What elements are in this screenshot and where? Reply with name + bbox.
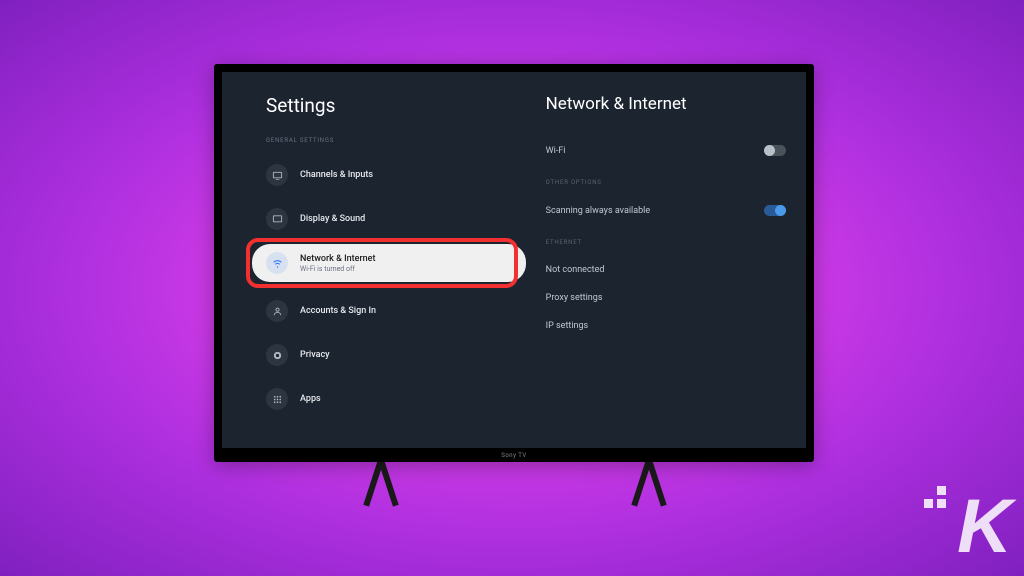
display-icon xyxy=(266,208,288,230)
privacy-icon xyxy=(266,344,288,366)
section-other-options: OTHER OPTIONS xyxy=(546,179,786,186)
scanning-toggle[interactable] xyxy=(764,205,786,216)
network-panel: Network & Internet Wi-Fi OTHER OPTIONS S… xyxy=(526,72,806,448)
menu-label: Privacy xyxy=(300,350,330,360)
menu-label: Network & Internet xyxy=(300,254,376,264)
watermark-dots xyxy=(924,486,946,508)
panel-title: Network & Internet xyxy=(546,94,786,114)
menu-label: Accounts & Sign In xyxy=(300,306,376,316)
watermark-k: K xyxy=(957,483,1006,570)
menu-item-privacy[interactable]: Privacy xyxy=(266,336,526,374)
menu-sublabel: Wi-Fi is turned off xyxy=(300,265,376,273)
menu-item-display-sound[interactable]: Display & Sound xyxy=(266,200,526,238)
channels-icon xyxy=(266,164,288,186)
section-ethernet: ETHERNET xyxy=(546,239,786,246)
tv-stand-left xyxy=(350,460,410,505)
menu-item-channels-inputs[interactable]: Channels & Inputs xyxy=(266,156,526,194)
section-general-settings: GENERAL SETTINGS xyxy=(266,137,526,144)
menu-label: Display & Sound xyxy=(300,214,365,224)
wifi-toggle-row[interactable]: Wi-Fi xyxy=(546,136,786,165)
menu-item-apps[interactable]: Apps xyxy=(266,380,526,418)
tv-screen: Settings GENERAL SETTINGS Channels & Inp… xyxy=(222,72,806,448)
settings-panel: Settings GENERAL SETTINGS Channels & Inp… xyxy=(222,72,526,448)
menu-label: Channels & Inputs xyxy=(300,170,373,180)
menu-label: Apps xyxy=(300,394,321,404)
wifi-icon xyxy=(266,252,288,274)
apps-icon xyxy=(266,388,288,410)
ethernet-status[interactable]: Not connected xyxy=(546,256,786,284)
wifi-label: Wi-Fi xyxy=(546,146,566,156)
page-title: Settings xyxy=(266,94,526,117)
ip-settings[interactable]: IP settings xyxy=(546,312,786,340)
tv-frame: Settings GENERAL SETTINGS Channels & Inp… xyxy=(214,64,814,462)
account-icon xyxy=(266,300,288,322)
proxy-settings[interactable]: Proxy settings xyxy=(546,284,786,312)
scanning-label: Scanning always available xyxy=(546,206,650,216)
proxy-label: Proxy settings xyxy=(546,293,603,303)
ip-label: IP settings xyxy=(546,321,589,331)
tv-brand-label: Sony TV xyxy=(501,452,526,459)
menu-item-accounts-signin[interactable]: Accounts & Sign In xyxy=(266,292,526,330)
tv-stand-right xyxy=(618,460,678,505)
scanning-toggle-row[interactable]: Scanning always available xyxy=(546,196,786,225)
menu-item-network-internet[interactable]: Network & Internet Wi-Fi is turned off xyxy=(252,244,526,282)
ethernet-status-label: Not connected xyxy=(546,265,605,275)
wifi-toggle[interactable] xyxy=(764,145,786,156)
